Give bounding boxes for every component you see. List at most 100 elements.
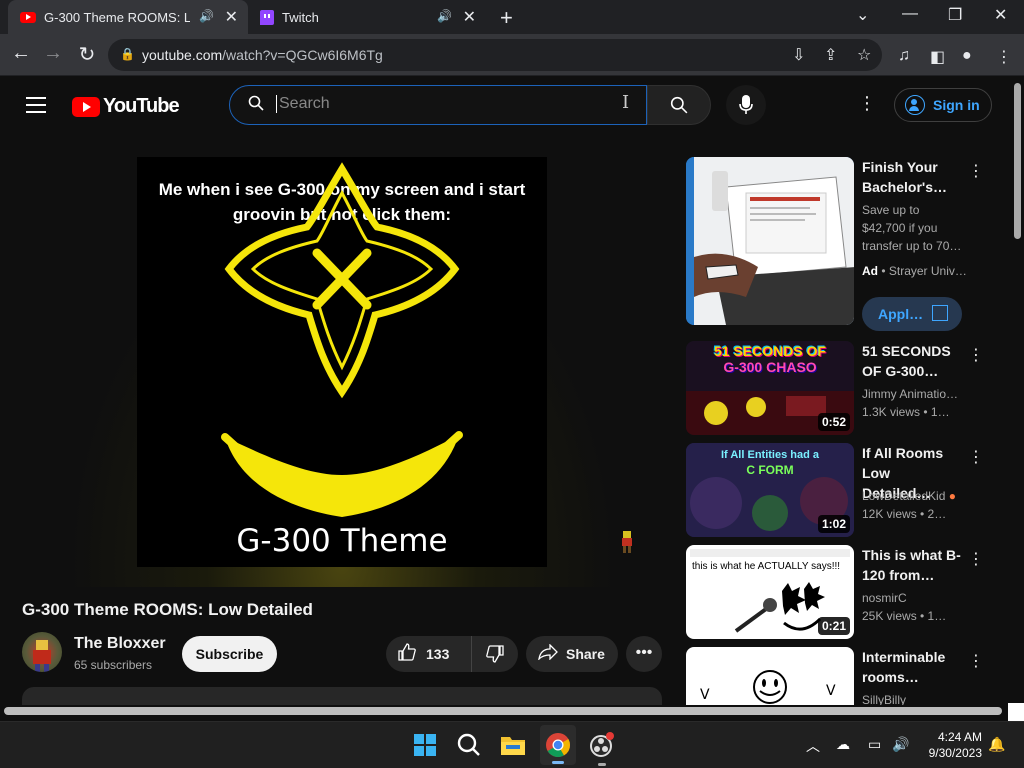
video-title[interactable]: 51 SECONDS OF G-300… <box>862 341 962 381</box>
search-box[interactable]: I <box>229 85 647 125</box>
taskbar-search-icon[interactable] <box>454 730 484 760</box>
tab-audio-icon[interactable]: 🔊 <box>199 9 214 23</box>
video-thumbnail[interactable]: this is what he ACTUALLY says!!! 0:21 <box>686 545 854 639</box>
clock[interactable]: 4:24 AM 9/30/2023 <box>918 729 982 761</box>
tab-twitch[interactable]: Twitch 🔊 ✕ <box>250 0 486 34</box>
search-button[interactable] <box>647 85 711 125</box>
tab-title: G-300 Theme ROOMS: Low Detailed - YouTub… <box>44 9 190 25</box>
channel-name[interactable]: The Bloxxer <box>74 635 166 653</box>
ad-text-line: Save up to <box>862 203 920 217</box>
tab-title: Twitch <box>282 9 319 25</box>
clock-date: 9/30/2023 <box>928 746 982 760</box>
recommended-video[interactable]: this is what he ACTUALLY says!!! 0:21 Th… <box>686 545 996 641</box>
forward-arrow-icon[interactable]: → <box>40 42 66 65</box>
dislike-button[interactable] <box>472 636 518 672</box>
install-app-icon[interactable]: ⇩ <box>792 45 805 65</box>
browser-menu-icon[interactable]: ⋮ <box>996 47 1012 67</box>
video-meta: 25K views • 1… <box>862 609 947 623</box>
restore-button[interactable]: ❐ <box>948 5 962 25</box>
tab-audio-icon[interactable]: 🔊 <box>437 9 452 23</box>
video-thumbnail[interactable]: If All Entities had a C FORM 1:02 <box>686 443 854 537</box>
tab-youtube[interactable]: G-300 Theme ROOMS: Low Detailed - YouTub… <box>8 0 248 34</box>
more-options-icon[interactable]: ⋮ <box>968 161 984 181</box>
tab-close-icon[interactable]: ✕ <box>225 7 238 27</box>
text-cursor-icon: I <box>622 92 630 113</box>
new-tab-button[interactable]: + <box>500 5 513 31</box>
recommended-video[interactable]: If All Entities had a C FORM 1:02 If All… <box>686 443 996 539</box>
onedrive-icon[interactable]: ☁ <box>836 736 850 753</box>
address-bar[interactable]: 🔒 youtube.com/watch?v=QGCw6I6M6Tg ⇩ ⇪ ☆ <box>108 39 882 71</box>
youtube-logo[interactable]: YouTube <box>72 95 180 118</box>
video-player[interactable]: Me when i see G-300 on my screen and i s… <box>22 137 662 587</box>
channel-avatar[interactable] <box>22 632 62 672</box>
lock-icon[interactable]: 🔒 <box>120 47 135 61</box>
close-window-button[interactable]: ✕ <box>994 5 1007 25</box>
more-actions-button[interactable]: ••• <box>626 636 662 672</box>
ad-thumbnail[interactable] <box>686 157 854 325</box>
channel-name[interactable]: SillyBilly <box>862 693 962 705</box>
recommended-video[interactable]: V V Interminable rooms… SillyBilly ⋮ <box>686 647 996 705</box>
notification-bell-icon[interactable]: 🔔 <box>988 736 1005 753</box>
network-icon[interactable]: ▭ <box>868 736 881 753</box>
file-explorer-icon[interactable] <box>498 730 528 760</box>
like-button[interactable]: 133 <box>386 636 472 672</box>
search-input[interactable] <box>276 95 616 113</box>
ad-sponsor: Ad • Strayer Univ… <box>862 264 967 278</box>
reload-icon[interactable]: ↻ <box>74 42 100 67</box>
tab-close-icon[interactable]: ✕ <box>463 7 476 27</box>
video-thumbnail[interactable]: 51 SECONDS OF G-300 CHASO 0:52 <box>686 341 854 435</box>
back-arrow-icon[interactable]: ← <box>8 42 34 65</box>
profile-icon[interactable]: ● <box>962 47 972 65</box>
video-meta: 1.3K views • 1… <box>862 405 950 419</box>
roblox-character-icon <box>622 531 632 553</box>
channel-name[interactable]: Jimmy Animatio… <box>862 387 962 401</box>
more-options-icon[interactable]: ⋮ <box>968 447 984 467</box>
voice-search-button[interactable] <box>726 85 766 125</box>
browser-tab-strip: G-300 Theme ROOMS: Low Detailed - YouTub… <box>0 0 1024 34</box>
g300-monster-graphic <box>221 162 463 517</box>
tray-overflow-chevron-icon[interactable]: ︿ <box>806 736 820 756</box>
more-options-icon[interactable]: ⋮ <box>968 651 984 671</box>
video-title: G-300 Theme ROOMS: Low Detailed <box>22 600 313 619</box>
scrollbar-corner <box>1008 703 1024 721</box>
vertical-scroll-thumb[interactable] <box>1014 83 1021 239</box>
more-options-icon[interactable]: ⋮ <box>968 345 984 365</box>
sign-in-button[interactable]: Sign in <box>894 88 992 122</box>
apply-now-button[interactable]: Appl… <box>862 297 962 331</box>
minimize-button[interactable]: — <box>902 5 918 23</box>
youtube-play-icon <box>72 96 100 117</box>
chrome-taskbar-icon[interactable] <box>540 725 576 765</box>
clock-time: 4:24 AM <box>937 730 982 744</box>
more-options-icon[interactable]: ⋮ <box>968 549 984 569</box>
video-frame[interactable]: Me when i see G-300 on my screen and i s… <box>137 157 547 567</box>
settings-menu-icon[interactable]: ⋮ <box>858 93 876 114</box>
pumpkin-emoji-icon: ● <box>948 489 956 503</box>
windows-start-icon[interactable] <box>410 730 440 760</box>
horizontal-scroll-thumb[interactable] <box>4 707 1002 715</box>
video-title[interactable]: This is what B-120 from… <box>862 545 962 585</box>
channel-name[interactable]: LowDetailedKid ● <box>862 489 962 503</box>
volume-icon[interactable]: 🔊 <box>892 736 909 753</box>
vertical-scrollbar[interactable] <box>1012 77 1024 705</box>
account-icon <box>905 95 925 115</box>
channel-name[interactable]: nosmirC <box>862 591 962 605</box>
recommended-video[interactable]: 51 SECONDS OF G-300 CHASO 0:52 51 SECOND… <box>686 341 996 437</box>
side-panel-icon[interactable]: ◧ <box>930 47 945 67</box>
youtube-favicon-icon <box>20 11 36 23</box>
obs-app-icon[interactable] <box>588 730 618 766</box>
bookmark-star-icon[interactable]: ☆ <box>857 45 871 65</box>
hamburger-menu-icon[interactable] <box>26 97 46 118</box>
ad-title[interactable]: Finish Your Bachelor's… <box>862 157 962 197</box>
tab-search-chevron-icon[interactable]: ⌄ <box>856 5 869 25</box>
media-control-icon[interactable]: ♫ <box>898 47 910 65</box>
share-button[interactable]: Share <box>526 636 618 672</box>
horizontal-scrollbar[interactable] <box>0 705 1024 717</box>
share-page-icon[interactable]: ⇪ <box>824 45 837 65</box>
description-box[interactable] <box>22 687 662 705</box>
subscribe-button[interactable]: Subscribe <box>182 636 277 672</box>
video-thumbnail[interactable]: V V <box>686 647 854 705</box>
thumbnail-text: C FORM <box>746 463 794 477</box>
video-meta: 12K views • 2… <box>862 507 947 521</box>
video-title[interactable]: Interminable rooms… <box>862 647 962 687</box>
ad-card[interactable]: Finish Your Bachelor's… Save up to $42,7… <box>686 157 996 331</box>
